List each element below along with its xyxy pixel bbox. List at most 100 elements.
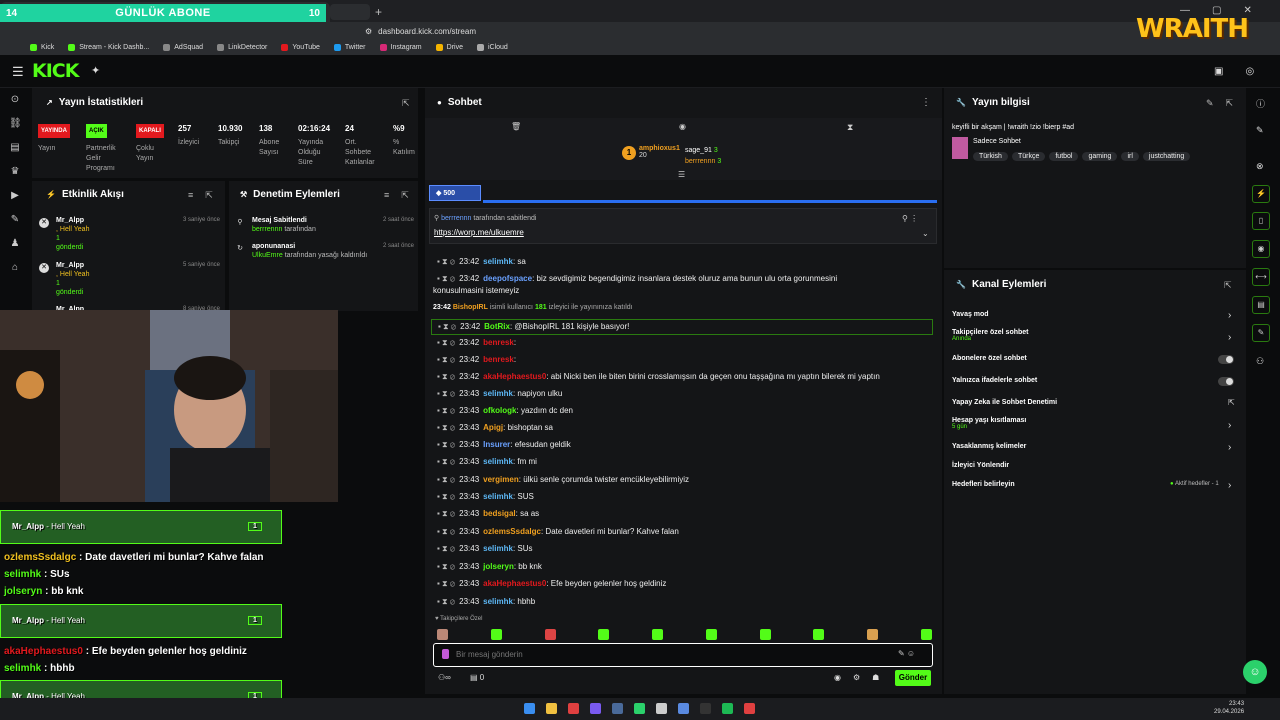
site-settings-icon[interactable]: ⚙ (365, 27, 372, 36)
chat-message[interactable]: ▪ ⧗ ⊘ 23:43 akaHephaestus0: Efe beyden gel… (437, 579, 666, 589)
bookmark-item[interactable]: Kick (30, 44, 54, 51)
quick-action-lightning[interactable]: ⚡ (1252, 185, 1270, 203)
emote-only-toggle[interactable] (1218, 377, 1234, 386)
app-icon[interactable] (678, 703, 689, 714)
quick-action-raid[interactable]: ⟷ (1252, 268, 1270, 286)
message-username[interactable]: selimhk (483, 389, 513, 398)
mod-actions-icon[interactable]: ▪ ⧗ ⊘ (437, 457, 455, 466)
quick-action-chat[interactable]: ◉ (1252, 240, 1270, 258)
mod-actions-icon[interactable]: ▪ ⧗ ⊘ (437, 597, 455, 606)
emote-icon[interactable] (813, 629, 825, 640)
more-icon[interactable]: ⚇ (1256, 356, 1264, 367)
message-username[interactable]: akaHephaestus0 (483, 579, 546, 588)
action-ai-moderation[interactable]: Yapay Zeka ile Sohbet Denetimi (952, 399, 1057, 406)
send-button[interactable]: Gönder (895, 670, 931, 686)
expand-icon[interactable]: ☰ (678, 170, 685, 179)
chat-message[interactable]: ▪ ⧗ ⊘ 23:43 selimhk: SUs (437, 544, 533, 554)
app-icon[interactable] (744, 703, 755, 714)
emote-picker-icon[interactable]: ✎ ☺ (898, 649, 915, 658)
whatsapp-icon[interactable] (634, 703, 645, 714)
tag[interactable]: futbol (1049, 152, 1079, 161)
mod-actions-icon[interactable]: ▪ ⧗ ⊘ (437, 338, 455, 347)
chevron-right-icon[interactable]: › (1228, 332, 1231, 343)
message-username[interactable]: bedsigal (483, 509, 515, 518)
credits-icon[interactable]: ◎ (1245, 66, 1254, 77)
message-username[interactable]: selimhk (483, 544, 513, 553)
chat-message[interactable]: ▪ ⧗ ⊘ 23:43 jolseryn: bb knk (437, 562, 542, 572)
message-username[interactable]: selimhk (483, 492, 513, 501)
message-username[interactable]: selimhk (483, 597, 513, 606)
hourglass-icon[interactable]: ⧗ (847, 122, 853, 133)
popout-icon[interactable]: ⇱ (1226, 98, 1234, 109)
chat-message[interactable]: ▪ ⧗ ⊘ 23:42 benresk: (437, 355, 516, 365)
mod-actions-icon[interactable]: ▪ ⧗ ⊘ (437, 527, 455, 536)
action-raid[interactable]: İzleyici Yönlendir (952, 462, 1009, 469)
emote-icon[interactable] (705, 629, 717, 640)
chat-message[interactable]: ▪ ⧗ ⊘ 23:43 vergimen: ülkü senle çorumda t… (437, 475, 689, 485)
chat-message[interactable]: ▪ ⧗ ⊘ 23:43 ofkologk: yazdım dc den (437, 406, 573, 416)
chat-bubble-icon[interactable]: ◉ (834, 673, 841, 682)
chat-message[interactable]: ▪ ⧗ ⊘ 23:42 deepofspace: biz sevdigimiz be… (437, 274, 837, 284)
bookmark-item[interactable]: Instagram (379, 44, 422, 51)
bank-icon[interactable]: ⌂ (9, 262, 21, 274)
message-username[interactable]: BotRix (484, 322, 510, 331)
tag[interactable]: Türkçe (1011, 152, 1046, 161)
tag[interactable]: justchatting (1142, 152, 1191, 161)
chevron-down-icon[interactable]: ⌄ (922, 229, 929, 238)
bubble-icon[interactable]: ◉ (679, 122, 686, 131)
explorer-icon[interactable] (546, 703, 557, 714)
chat-message[interactable]: ▪ ⧗ ⊘ 23:42 benresk: (437, 338, 516, 348)
stream-icon[interactable]: ⊙ (9, 94, 21, 106)
mod-actions-icon[interactable]: ▪ ⧗ ⊘ (437, 509, 455, 518)
bookmark-item[interactable]: Stream - Kick Dashb... (68, 44, 149, 51)
pinned-link[interactable]: https://worp.me/ulkuemre (434, 228, 524, 237)
chat-input[interactable] (456, 648, 886, 661)
edit-icon[interactable]: ✎ (1206, 98, 1214, 109)
chat-message[interactable]: ▪ ⧗ ⊘ 23:43 selimhk: napiyon ulku (437, 389, 562, 399)
kick-logo[interactable]: KICK (32, 60, 79, 82)
message-username[interactable]: selimhk (483, 457, 513, 466)
spotify-icon[interactable] (722, 703, 733, 714)
users-icon[interactable]: ♟ (9, 238, 21, 250)
chat-message[interactable]: ▪ ⧗ ⊘ 23:43 selimhk: SUS (437, 492, 534, 502)
chat-message[interactable]: ▪ ⧗ ⊘ 23:43 ozlemsSsdalgc: Date davetleri … (437, 527, 679, 537)
chat-message[interactable]: ▪ ⧗ ⊘ 23:43 selimhk: fm mi (437, 457, 537, 467)
browser-icon[interactable] (568, 703, 579, 714)
url-field[interactable]: ⚙ dashboard.kick.com/stream (365, 24, 905, 38)
action-account-age[interactable]: Hesap yaşı kısıtlaması 5 gün (952, 417, 1026, 430)
bookmark-item[interactable]: AdSquad (163, 44, 203, 51)
emote-icon[interactable] (652, 629, 664, 640)
emote-icon[interactable] (867, 629, 879, 640)
message-username[interactable]: Insurer (483, 440, 510, 449)
help-chat-button[interactable]: ☺ (1243, 660, 1267, 684)
popout-icon[interactable]: ⇱ (401, 190, 409, 201)
emote-icon[interactable] (759, 629, 771, 640)
bookmark-item[interactable]: iCloud (476, 44, 508, 51)
message-username[interactable]: jolseryn (483, 562, 514, 571)
stats-popout-icon[interactable]: ⇱ (402, 98, 410, 109)
mod-actions-icon[interactable]: ▪ ⧗ ⊘ (437, 492, 455, 501)
mod-actions-icon[interactable]: ▪ ⧗ ⊘ (437, 440, 455, 449)
edit-icon[interactable]: ✎ (1256, 125, 1264, 136)
chat-message[interactable]: konusulmasini istemeyiz (433, 286, 519, 295)
mod-actions-icon[interactable]: ▪ ⧗ ⊘ (437, 475, 455, 484)
action-subscribers-only[interactable]: Abonelere özel sohbet (952, 355, 1027, 362)
browser-tab[interactable] (330, 4, 370, 20)
tag[interactable]: irl (1121, 152, 1139, 161)
settings-icon[interactable]: ⚙ (853, 673, 860, 682)
tag[interactable]: Türkish (973, 152, 1008, 161)
filter-icon[interactable]: ≡ (188, 190, 193, 201)
popout-icon[interactable]: ⇱ (205, 190, 213, 201)
mod-actions-icon[interactable]: ▪ ⧗ ⊘ (437, 274, 455, 283)
chat-message[interactable]: ▪ ⧗ ⊘ 23:42 akaHephaestus0: abi Nicki ben … (437, 372, 880, 382)
chevron-right-icon[interactable]: › (1228, 420, 1231, 431)
emote-icon[interactable] (437, 629, 448, 640)
filter-icon[interactable]: ≡ (384, 190, 389, 201)
bookmark-item[interactable]: Twitter (333, 44, 366, 51)
steam-icon[interactable] (612, 703, 623, 714)
quick-action-poll[interactable]: ▤ (1252, 296, 1270, 314)
mod-actions-icon[interactable]: ▪ ⧗ ⊘ (437, 544, 455, 553)
trash-icon[interactable]: 🗑 (511, 122, 521, 131)
mod-actions-icon[interactable]: ▪ ⧗ ⊘ (437, 562, 455, 571)
mod-actions-icon[interactable]: ▪ ⧗ ⊘ (437, 355, 455, 364)
